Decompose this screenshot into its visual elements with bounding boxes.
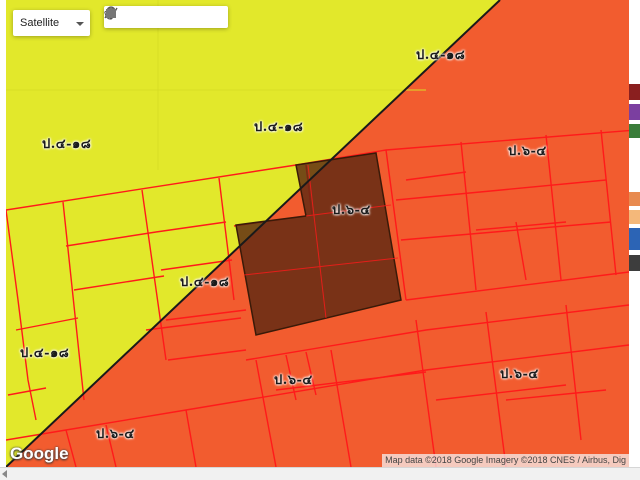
map-pin-icon[interactable]	[106, 6, 146, 28]
rectangle-icon[interactable]	[106, 6, 186, 28]
zone-label: ป.๔-๑๘	[20, 346, 70, 361]
map-layers	[6, 0, 629, 467]
layer-swatch[interactable]	[629, 192, 640, 206]
zone-label: ป.๔-๑๘	[42, 137, 92, 152]
circle-icon[interactable]	[106, 6, 206, 28]
layer-swatch[interactable]	[629, 210, 640, 224]
polyline-icon[interactable]	[104, 6, 166, 28]
scroll-left-icon[interactable]	[2, 470, 7, 478]
layer-swatch[interactable]	[629, 124, 640, 138]
map-type-dropdown[interactable]: Satellite	[13, 10, 90, 36]
map-canvas[interactable]: ป.๔-๑๘ ป.๔-๑๘ ป.๔-๑๘ ป.๖-๔ ป.๖-๔ ป.๔-๑๘ …	[6, 0, 629, 467]
right-side-panel	[629, 0, 640, 467]
zone-label: ป.๖-๔	[508, 144, 547, 159]
polygon-icon[interactable]	[106, 6, 226, 28]
zone-label: ป.๖-๔	[500, 367, 539, 382]
map-type-selected-label: Satellite	[20, 17, 60, 29]
layer-swatch[interactable]	[629, 84, 640, 100]
layer-swatch[interactable]	[629, 255, 640, 271]
layer-swatch[interactable]	[629, 104, 640, 120]
zone-label: ป.๔-๑๘	[254, 120, 304, 135]
google-logo: Google	[10, 444, 69, 463]
horizontal-scrollbar[interactable]	[0, 467, 640, 480]
layer-swatch[interactable]	[629, 228, 640, 250]
chevron-down-icon	[76, 22, 84, 26]
zone-label: ป.๖-๔	[332, 203, 371, 218]
drawing-toolbar	[104, 6, 228, 28]
zone-label: ป.๖-๔	[274, 373, 313, 388]
map-attribution[interactable]: Map data ©2018 Google Imagery ©2018 CNES…	[382, 454, 629, 467]
zone-label: ป.๖-๔	[96, 427, 135, 442]
zone-label: ป.๔-๑๘	[180, 275, 230, 290]
zone-label: ป.๔-๑๘	[416, 48, 466, 63]
